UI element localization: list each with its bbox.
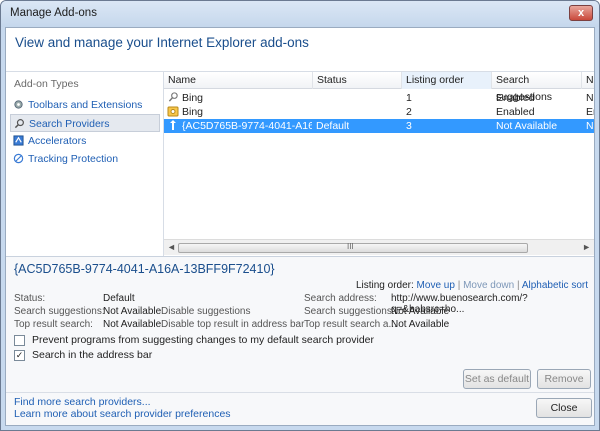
status-label: Status: — [14, 293, 46, 304]
learn-more-link[interactable]: Learn more about search provider prefere… — [14, 408, 231, 420]
sidebar-item-label: Toolbars and Extensions — [28, 99, 143, 111]
listing-order-label: Listing order: — [355, 280, 414, 291]
cell-name: Bing — [182, 106, 204, 118]
search-suggestions-value-2: Not Available — [391, 306, 450, 317]
manage-addons-window: Manage Add-ons x View and manage your In… — [0, 0, 600, 431]
provider-icon — [168, 119, 180, 135]
table-row-selected[interactable]: {AC5D765B-9774-4041-A16A-13... Default 3… — [164, 119, 594, 133]
window-close-button[interactable]: x — [569, 5, 593, 21]
alphabetic-sort-link[interactable]: Alphabetic sort — [522, 280, 588, 291]
gear-icon — [14, 100, 23, 109]
tracking-protection-icon — [13, 153, 24, 164]
scroll-grip: III — [347, 242, 354, 251]
column-header-name[interactable]: Name — [164, 72, 313, 89]
top-result-value-2: Not Available — [391, 319, 450, 330]
cell-suggestions: Not Available — [496, 120, 558, 132]
status-value: Default — [103, 293, 135, 304]
divider — [6, 392, 594, 393]
cell-suggestions: Enabled — [496, 106, 535, 118]
search-address-bar-label: Search in the address bar — [32, 349, 153, 361]
list-header: Name Status Listing order Search suggest… — [164, 72, 594, 103]
column-header-status[interactable]: Status — [313, 72, 402, 89]
page-heading: View and manage your Internet Explorer a… — [15, 35, 309, 50]
separator: | — [457, 280, 461, 291]
cell-suggestions: Enabled — [496, 92, 535, 104]
column-header-listing-order[interactable]: Listing order — [402, 72, 492, 89]
suggestions-value: Not Available — [103, 306, 162, 317]
title-bar: Manage Add-ons x — [1, 1, 599, 27]
sidebar-item-label: Tracking Protection — [28, 153, 119, 165]
sidebar-item-accelerators[interactable]: Accelerators — [10, 132, 160, 150]
disable-top-result-action: Disable top result in address bar — [161, 319, 305, 330]
cell-extra: No — [586, 120, 594, 132]
move-down-link[interactable]: Move down — [463, 280, 514, 291]
header: View and manage your Internet Explorer a… — [6, 28, 594, 72]
find-more-providers-link[interactable]: Find more search providers... — [14, 396, 151, 408]
sidebar-item-search-providers[interactable]: Search Providers — [10, 114, 160, 132]
sidebar-caption: Add-on Types — [14, 78, 79, 90]
remove-button[interactable]: Remove — [537, 369, 591, 389]
sidebar-item-label: Accelerators — [28, 135, 87, 147]
disable-suggestions-action: Disable suggestions — [161, 306, 251, 317]
cell-name: Bing — [182, 92, 204, 104]
client-area: View and manage your Internet Explorer a… — [5, 27, 595, 426]
cell-status: Default — [316, 120, 350, 132]
details-pane: {AC5D765B-9774-4041-A16A-13BFF9F72410} L… — [6, 256, 594, 425]
scroll-left-arrow[interactable]: ◄ — [167, 242, 176, 252]
addon-types-sidebar: Add-on Types Toolbars and Extensions Sea… — [6, 72, 164, 256]
table-row[interactable]: Bing 2 Enabled En — [164, 105, 594, 119]
sidebar-item-toolbars[interactable]: Toolbars and Extensions — [10, 96, 160, 114]
cell-extra: Ne — [586, 92, 594, 104]
cell-extra: En — [586, 106, 594, 118]
column-header-search-suggestions[interactable]: Search suggestions — [492, 72, 582, 103]
search-address-bar-checkbox[interactable]: ✓ — [14, 350, 25, 361]
prevent-changes-checkbox[interactable] — [14, 335, 25, 346]
providers-list: Name Status Listing order Search suggest… — [164, 72, 594, 256]
listing-order-controls: Listing order: Move up | Move down | Alp… — [356, 280, 588, 291]
search-icon — [14, 119, 24, 129]
cell-order: 1 — [406, 92, 412, 104]
search-suggestions-label-2: Search suggestions... — [304, 306, 401, 317]
accelerator-icon — [13, 135, 24, 146]
scroll-thumb[interactable]: III — [178, 242, 528, 253]
top-result-label: Top result search: — [14, 319, 93, 330]
close-button[interactable]: Close — [536, 398, 592, 418]
sidebar-item-label: Search Providers — [29, 118, 110, 130]
suggestions-label: Search suggestions: — [14, 306, 105, 317]
set-default-button[interactable]: Set as default — [463, 369, 531, 389]
separator: | — [517, 280, 520, 291]
table-row[interactable]: Bing 1 Enabled Ne — [164, 91, 594, 105]
sidebar-item-tracking-protection[interactable]: Tracking Protection — [10, 150, 160, 168]
cell-order: 3 — [406, 120, 412, 132]
cell-order: 2 — [406, 106, 412, 118]
window-title: Manage Add-ons — [10, 7, 97, 19]
top-result-label-2: Top result search a... — [304, 319, 397, 330]
move-up-link[interactable]: Move up — [417, 280, 455, 291]
selected-provider-name: {AC5D765B-9774-4041-A16A-13BFF9F72410} — [14, 262, 275, 276]
scroll-right-arrow[interactable]: ► — [582, 242, 591, 252]
top-result-value: Not Available — [103, 319, 162, 330]
search-address-label: Search address: — [304, 293, 377, 304]
prevent-changes-label: Prevent programs from suggesting changes… — [32, 334, 375, 346]
horizontal-scrollbar[interactable]: ◄ III ► — [164, 239, 594, 255]
cell-name: {AC5D765B-9774-4041-A16A-13... — [182, 120, 312, 132]
column-header-truncated[interactable]: No — [582, 72, 594, 89]
